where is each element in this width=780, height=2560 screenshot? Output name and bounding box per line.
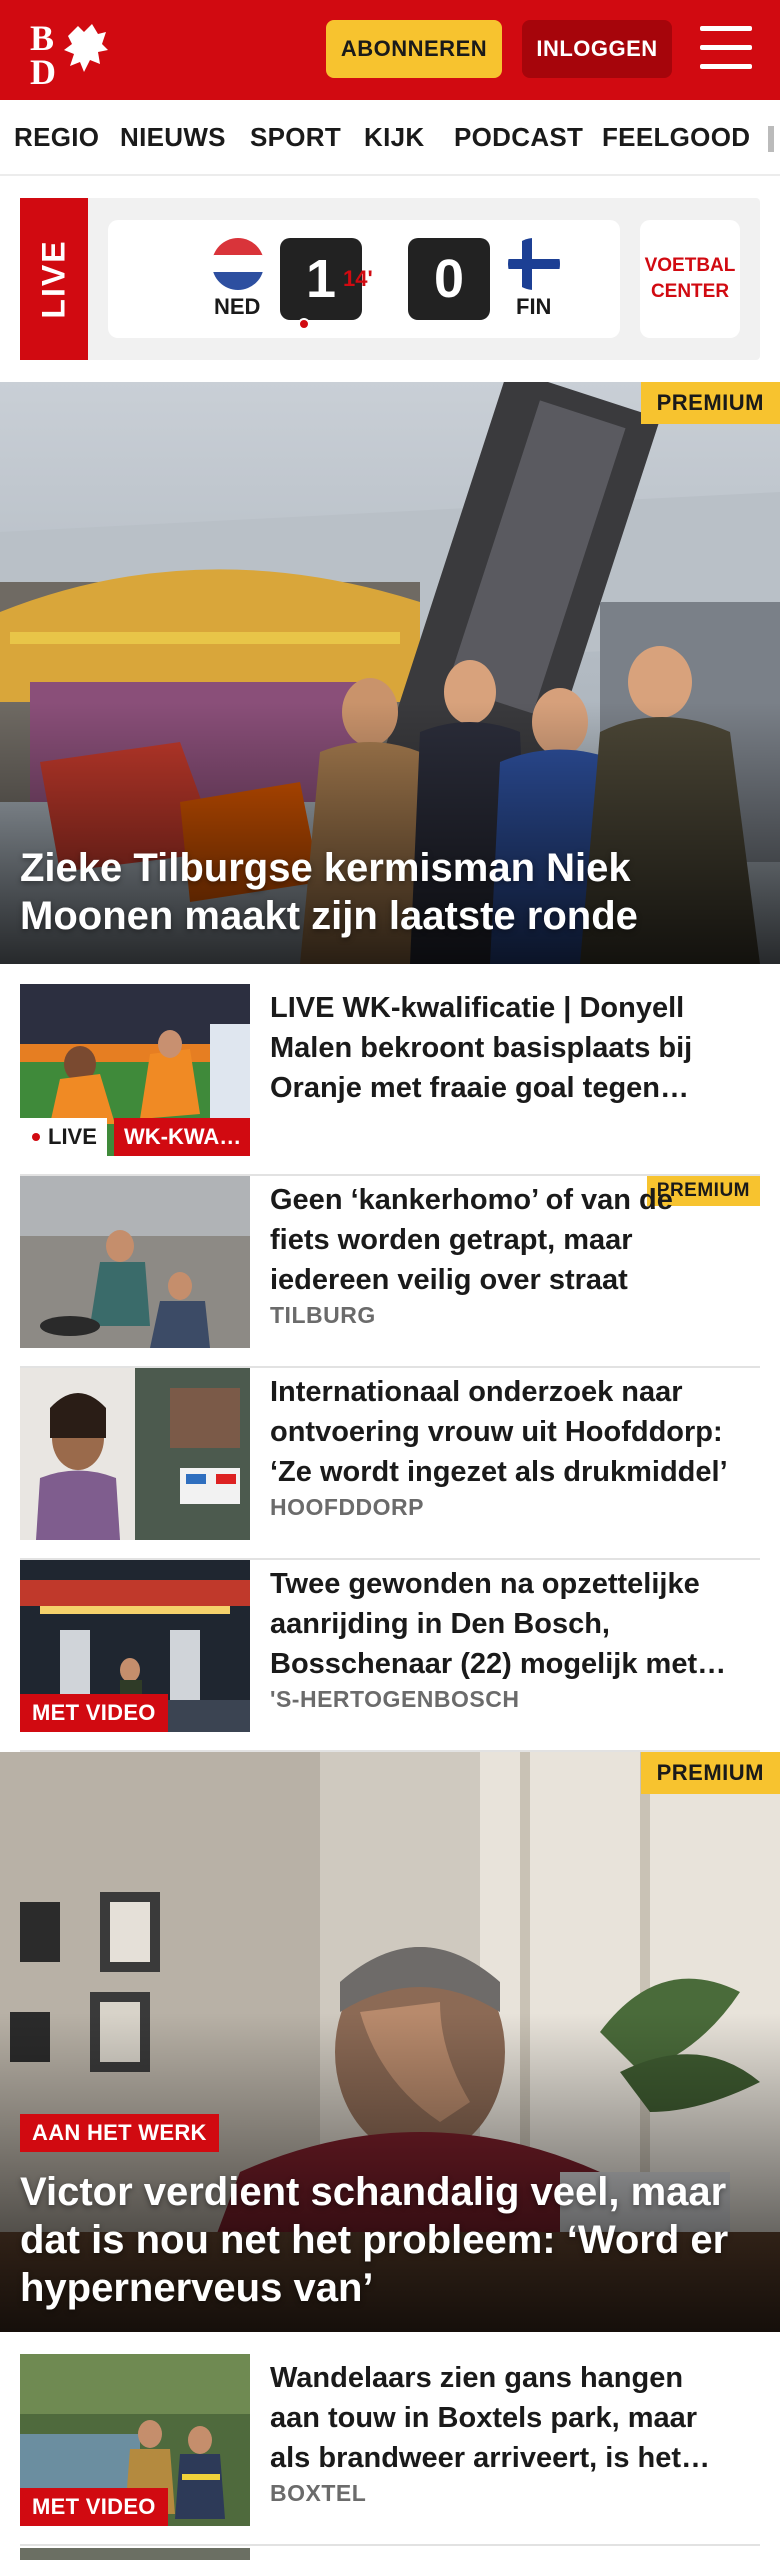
article-location: HOOFDDORP (270, 1494, 424, 1520)
away-team-code: FIN (516, 294, 552, 319)
finland-flag-icon (508, 238, 560, 290)
live-score-widget[interactable]: LIVE NED 1 14' 0 FIN VOETBAL CENTER (20, 198, 760, 360)
hero-title: Victor verdient schandalig veel, maar dat… (20, 2170, 729, 2310)
login-button[interactable]: INLOGGEN (522, 20, 672, 78)
category-badge: WK-KWA… (114, 1118, 250, 1156)
nav-item-nieuws[interactable]: NIEUWS (120, 122, 226, 153)
live-badge: LIVE (20, 1118, 107, 1156)
nav-overflow-indicator (768, 126, 774, 152)
article-title[interactable]: LIVE WK-kwalificatie | Donyell Malen bek… (270, 988, 740, 1108)
thumbnail-workshop (20, 1176, 250, 1348)
article-location: TILBURG (270, 1302, 376, 1328)
score-card[interactable]: NED 1 14' 0 FIN (108, 220, 620, 338)
hero-article-kermis[interactable]: PREMIUM Zieke Tilburgse kermisman Niek Mo… (0, 382, 780, 964)
thumbnail-portrait-police (20, 1368, 250, 1540)
article-location: 'S-HERTOGENBOSCH (270, 1686, 520, 1712)
nav-item-regio[interactable]: REGIO (14, 122, 99, 153)
video-badge: MET VIDEO (20, 2488, 168, 2526)
section-nav: REGIO NIEUWS SPORT KIJK PODCAST FEELGOOD (0, 100, 780, 176)
category-badge: AAN HET WERK (20, 2114, 219, 2152)
hero-article-victor[interactable]: PREMIUM AAN HET WERK Victor verdient sch… (0, 1752, 780, 2332)
list-item-tilburg[interactable]: PREMIUM Geen ‘kankerhomo’ of van de fiet… (20, 1176, 760, 1368)
match-minute: 14' (343, 266, 373, 291)
live-tag: LIVE (20, 198, 88, 360)
list-item-boxtel[interactable]: MET VIDEO Wandelaars zien gans hangen aa… (20, 2354, 760, 2546)
away-score: 0 (408, 238, 490, 320)
next-article-thumbnail-peek (20, 2548, 250, 2560)
article-title[interactable]: Wandelaars zien gans hangen aan touw in … (270, 2358, 740, 2478)
netherlands-flag-icon (212, 238, 264, 290)
svg-text:D: D (30, 52, 56, 86)
list-item-hoofddorp[interactable]: Internationaal onderzoek naar ontvoering… (20, 1368, 760, 1560)
list-item-den-bosch[interactable]: MET VIDEO Twee gewonden na opzettelijke … (20, 1560, 760, 1752)
premium-badge: PREMIUM (640, 382, 780, 424)
voetbal-center-link[interactable]: VOETBAL CENTER (640, 220, 740, 338)
article-location: BOXTEL (270, 2480, 367, 2506)
article-title[interactable]: Twee gewonden na opzettelijke aanrijding… (270, 1564, 740, 1684)
nav-item-sport[interactable]: SPORT (250, 122, 341, 153)
nav-item-podcast[interactable]: PODCAST (454, 122, 583, 153)
article-title[interactable]: Internationaal onderzoek naar ontvoering… (270, 1372, 740, 1492)
home-team-code: NED (214, 294, 261, 319)
article-title[interactable]: Geen ‘kankerhomo’ of van de fiets worden… (270, 1180, 740, 1300)
nav-item-kijk[interactable]: KIJK (364, 122, 424, 153)
premium-badge: PREMIUM (640, 1752, 780, 1794)
nav-item-feelgood[interactable]: FEELGOOD (602, 122, 750, 153)
video-badge: MET VIDEO (20, 1694, 168, 1732)
menu-icon[interactable] (700, 26, 752, 70)
bd-logo[interactable]: B D (28, 16, 112, 86)
hero-title: Zieke Tilburgse kermisman Niek Moonen maa… (20, 846, 638, 938)
live-dot-icon (298, 318, 310, 330)
subscribe-button[interactable]: ABONNEREN (326, 20, 502, 78)
list-item-wk-live[interactable]: LIVE WK-KWA… LIVE WK-kwalificatie | Dony… (20, 984, 760, 1176)
top-header-bar: B D ABONNEREN INLOGGEN (0, 0, 780, 100)
